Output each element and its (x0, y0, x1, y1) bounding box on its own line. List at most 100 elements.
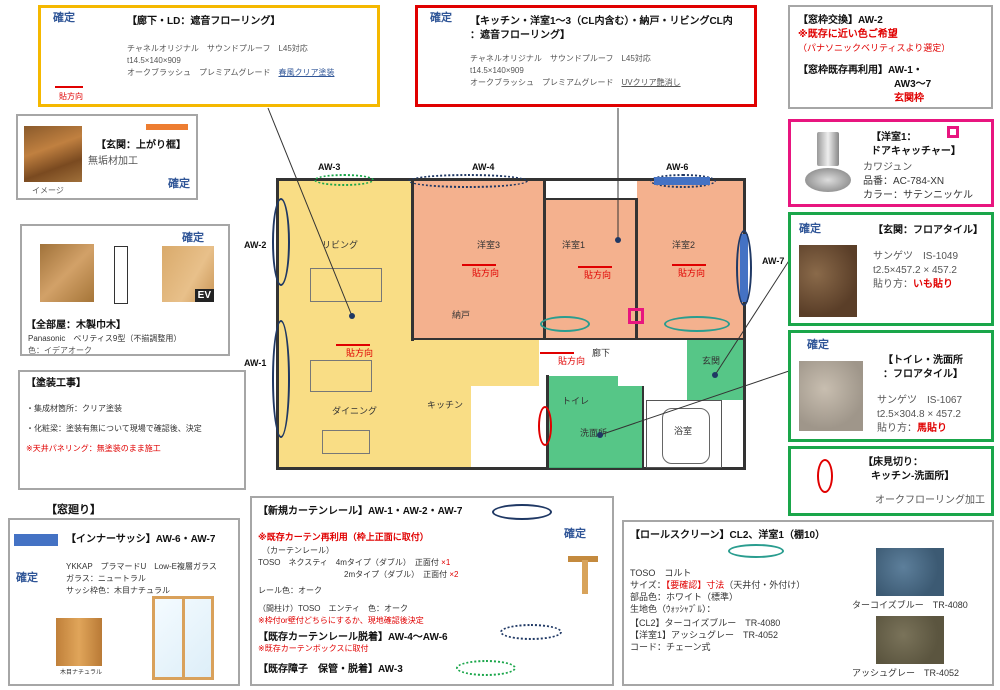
toilet-tile-title1: 【トイレ・洗面所 (883, 355, 963, 366)
curtain-oval-solid-icon (492, 504, 552, 520)
label-room2: 洋室2 (672, 240, 696, 250)
label-kitchen: キッチン (427, 400, 464, 410)
curtain-remove-title: 【既存カーテンレール脱着】AW-4～AW-6 (258, 632, 448, 643)
kitchen-line1: チャネルオリジナル サウンドプルーフ L45対応 (470, 54, 651, 63)
sash-line3: サッシ枠色：木目ナチュラル (66, 586, 170, 595)
paint-item3: ※天井パネリング：無塗装のまま施工 (26, 444, 161, 453)
hallway-line2: t14.5×140×909 (127, 56, 181, 65)
floor-cut-line1: オークフローリング加工 (875, 495, 985, 506)
label-wash: 洗面所 (580, 428, 608, 438)
baseboard-title: 【全部屋：木製巾木】 (26, 320, 126, 331)
label-entrance: 玄関 (702, 356, 721, 366)
curtain-bracket-note: ※枠付or壁付どちらにするか、現地確認後決定 (258, 616, 424, 625)
curtain-color: レール色：オーク (258, 586, 322, 595)
frame-swap-note1: ※既存に近い色ご希望 (798, 29, 898, 40)
catcher-square-icon (947, 126, 959, 138)
entrance-tile-swatch (799, 245, 857, 317)
door-catcher-color: カラー：サテンニッケル (863, 190, 973, 201)
confirmed-label: 確定 (807, 339, 829, 351)
dir-label-room1: 貼方向 (584, 270, 612, 280)
baseboard-profile (114, 246, 128, 304)
dir-label-room2: 貼方向 (678, 268, 706, 278)
room2-zone (637, 181, 743, 338)
roll-oval-icon (728, 544, 784, 558)
kitchen-title-1: 【キッチン・洋室1～3（CL内含む）・納戸・リビングCL内 (470, 16, 733, 27)
rail-image (568, 550, 602, 596)
baseboard-box: 確定 EV 【全部屋：木製巾木】 Panasonic ベリティス9型（不揃調整用… (20, 224, 230, 356)
curtain-line1: TOSO ネクスティ 4mタイプ（ダブル） 正面付 ×1 (258, 558, 451, 567)
living-dining-zone (279, 181, 411, 467)
entrance-tile-title: 【玄関：フロアタイル】 (873, 225, 983, 236)
entrance-tile-line1: サンゲツ IS-1049 (873, 251, 959, 262)
floor-cut-marker (538, 406, 552, 446)
floor-cut-title2: キッチン-洗面所】 (871, 471, 955, 482)
turquoise-label: ターコイズブルー TR-4080 (852, 600, 968, 610)
floor-plan: リビング ダイニング 納戸 キッチン 洋室1 洋室2 洋室3 廊下 玄関 トイレ… (244, 160, 784, 496)
red-oval-icon (817, 459, 833, 493)
door-catcher-maker: カワジュン (863, 162, 913, 173)
confirmed-label: 確定 (168, 178, 190, 190)
toilet-zone (548, 376, 618, 468)
door-catcher-title: 【洋室1： (871, 132, 917, 143)
door-catcher-part: 品番：AC-784-XN (863, 176, 945, 187)
confirmed-label: 確定 (564, 528, 586, 540)
image-label: イメージ (32, 186, 64, 195)
aw4-label: AW-4 (472, 162, 495, 172)
curtain-sub: （カーテンレール） (262, 546, 334, 555)
toilet-tile-box: 確定 【トイレ・洗面所 ：フロアタイル】 サンゲツ IS-1067 t2.5×3… (788, 330, 994, 442)
toilet-tile-line1: サンゲツ IS-1067 (877, 395, 963, 406)
roll-line6: 【洋室1】アッシュグレー TR-4052 (630, 630, 779, 640)
sash-line2: ガラス：ニュートラル (66, 574, 146, 583)
floor-cut-box: 【床見切り： キッチン-洗面所】 オークフローリング加工 (788, 446, 994, 516)
frame-swap-title: 【窓枠交換】AW-2 (798, 15, 883, 26)
toilet-tile-swatch (799, 361, 863, 431)
entrance-step-title: 【玄関：上がり框】 (96, 140, 186, 151)
curtain-reuse-note: ※既存カーテン再利用（枠上正面に取付） (258, 532, 429, 542)
entrance-step-box: イメージ 【玄関：上がり框】 無垢材加工 確定 (16, 114, 198, 200)
baseboard-image-1 (40, 244, 94, 302)
window-area-title: 【窓廻り】 (46, 504, 101, 516)
toilet-tile-line3: 貼り方：馬貼り (877, 423, 947, 434)
paint-item2: ・化粧梁：塗装有無について現場で確認後、決定 (26, 424, 202, 433)
paint-title: 【塗装工事】 (26, 378, 86, 389)
aw1-marker (272, 320, 290, 438)
sash-swatch-label: 木目ナチュラル (60, 670, 103, 676)
entrance-zone (687, 338, 743, 400)
kitchen-title-2: ：遮音フローリング】 (470, 30, 570, 41)
label-dining: ダイニング (332, 406, 378, 416)
entrance-tile-line2: t2.5×457.2 × 457.2 (873, 265, 957, 276)
curtain-remove-note: ※既存カーテンボックスに取付 (258, 644, 369, 653)
roll-line3: 部品色：ホワイト（標準） (630, 592, 739, 602)
roll-line5: 【CL2】ターコイズブルー TR-4080 (630, 618, 781, 628)
roll-line2: サイズ：【要確認】寸法（天井付・外付け） (630, 580, 806, 590)
hallway-title: 【廊下・LD：遮音フローリング】 (127, 16, 281, 27)
label-storage: 納戸 (452, 310, 471, 320)
label-room3: 洋室3 (477, 240, 501, 250)
entrance-tile-line3: 貼り方：いも貼り (873, 279, 953, 290)
turquoise-swatch (876, 548, 944, 596)
ash-label: アッシュグレー TR-4052 (852, 668, 960, 678)
door-catcher-box: 【洋室1： ドアキャッチャー】 カワジュン 品番：AC-784-XN カラー：サ… (788, 119, 994, 207)
aw1-label: AW-1 (244, 358, 267, 368)
door-catcher-title2: ドアキャッチャー】 (871, 146, 961, 157)
roll-screen-marker-room1 (664, 316, 730, 332)
aw6-label: AW-6 (666, 162, 689, 172)
label-room1: 洋室1 (562, 240, 586, 250)
entrance-step-sub: 無垢材加工 (88, 156, 138, 167)
confirmed-label: 確定 (182, 232, 204, 244)
roll-line7: コード：チェーン式 (630, 642, 711, 652)
inner-sash-title: 【インナーサッシ】AW-6・AW-7 (66, 534, 216, 545)
ash-swatch (876, 616, 944, 664)
aw4-marker (408, 174, 528, 188)
sash-window-image (152, 596, 214, 680)
confirmed-label: 確定 (799, 223, 821, 235)
accent-bar (146, 124, 188, 130)
hallway-line3: オークブラッシュ プレミアムグレード 春風クリア塗装 (127, 68, 335, 77)
roll-screen-box: 【ロールスクリーン】CL2、洋室1（棚10） TOSO コルト サイズ：【要確認… (622, 520, 994, 686)
confirmed-label: 確定 (430, 12, 452, 24)
baseboard-swatch: EV (162, 246, 214, 302)
window-frame-box: 【窓枠交換】AW-2 ※既存に近い色ご希望 （パナソニックベリティスより選定） … (788, 5, 993, 109)
baseboard-line2: 色：イデアオーク (28, 346, 92, 355)
curtain-rail-box: 【新規カーテンレール】AW-1・AW-2・AW-7 確定 ※既存カーテン再利用（… (250, 496, 614, 686)
roll-screen-marker-cl2 (540, 316, 590, 332)
